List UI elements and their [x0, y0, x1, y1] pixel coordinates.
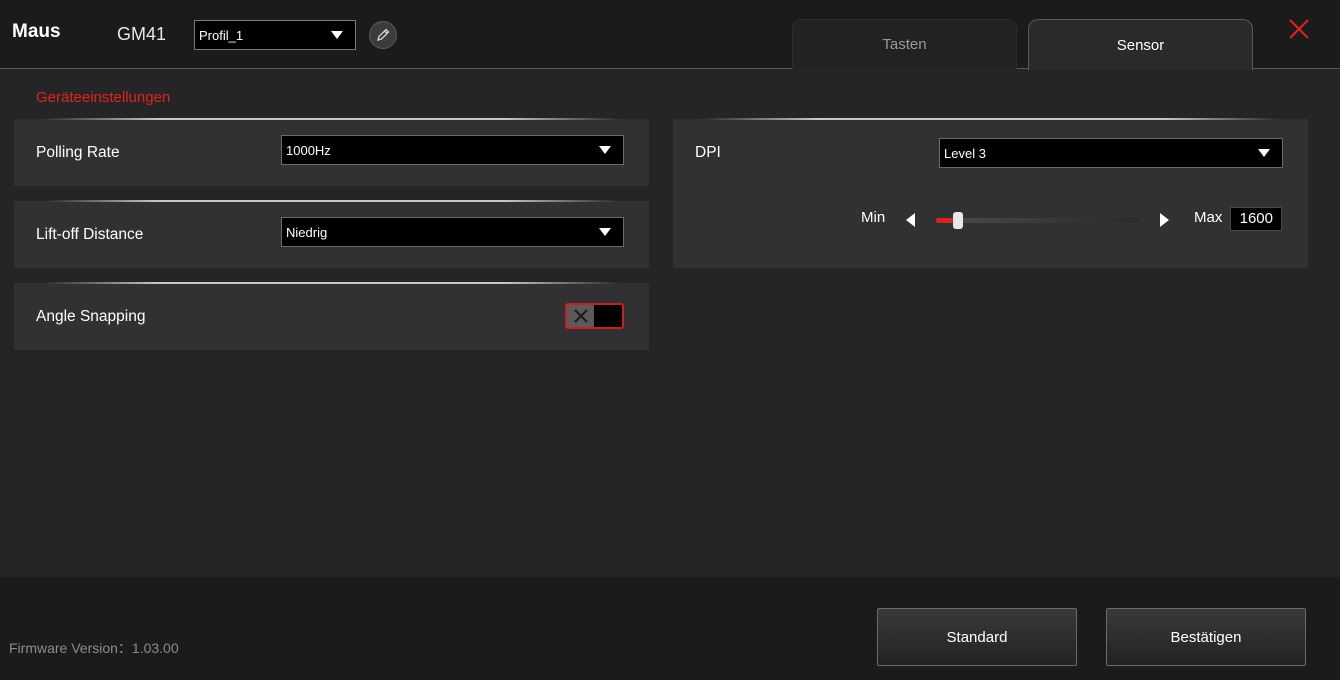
dpi-slider[interactable]: [936, 212, 1139, 229]
dpi-max-label: Max: [1194, 209, 1223, 226]
lift-off-label: Lift-off Distance: [36, 226, 144, 243]
firmware-version: Firmware Version：1.03.00: [9, 640, 179, 656]
polling-rate-select[interactable]: 1000Hz: [281, 135, 624, 165]
close-icon: [1289, 19, 1309, 39]
angle-snapping-label: Angle Snapping: [36, 308, 146, 325]
footer-bar: Firmware Version：1.03.00 Standard Bestät…: [0, 577, 1340, 680]
polling-rate-value: 1000Hz: [286, 142, 331, 158]
chevron-down-icon: [599, 146, 611, 154]
lift-off-select[interactable]: Niedrig: [281, 217, 624, 247]
dpi-min-label: Min: [861, 209, 886, 226]
tab-sensor[interactable]: Sensor: [1028, 19, 1253, 70]
standard-button[interactable]: Standard: [877, 608, 1077, 666]
lift-off-value: Niedrig: [286, 224, 328, 240]
angle-snapping-panel: Angle Snapping: [14, 282, 649, 350]
dpi-value-field[interactable]: 1600: [1230, 207, 1282, 231]
dpi-slider-thumb[interactable]: [953, 212, 964, 229]
close-button[interactable]: [1286, 16, 1312, 42]
chevron-down-icon: [331, 31, 343, 39]
confirm-button-label: Bestätigen: [1170, 628, 1242, 646]
tab-tasten[interactable]: Tasten: [792, 19, 1017, 69]
device-name: GM41: [117, 24, 167, 44]
edit-profile-button[interactable]: [369, 21, 397, 49]
dpi-level-select[interactable]: Level 3: [939, 138, 1283, 168]
pencil-icon: [377, 28, 390, 41]
polling-rate-label: Polling Rate: [36, 144, 120, 161]
tab-tasten-label: Tasten: [882, 36, 927, 53]
standard-button-label: Standard: [946, 628, 1008, 646]
decrease-dpi-icon[interactable]: [906, 213, 915, 227]
dpi-label: DPI: [695, 144, 721, 161]
chevron-down-icon: [1258, 149, 1270, 157]
dpi-slider-row: Min Max 1600: [673, 207, 1308, 233]
dpi-panel: DPI Level 3 Min Max 1600: [673, 118, 1308, 268]
lift-off-panel: Lift-off Distance Niedrig: [14, 200, 649, 268]
x-icon: [573, 309, 588, 323]
toggle-knob: [567, 305, 594, 327]
tab-sensor-label: Sensor: [1116, 36, 1165, 54]
chevron-down-icon: [599, 228, 611, 236]
profile-select-value: Profil_1: [199, 27, 244, 43]
polling-rate-panel: Polling Rate 1000Hz: [14, 118, 649, 186]
top-bar: Maus GM41 Profil_1 Tasten Sensor: [0, 0, 1340, 70]
app-title: Maus: [12, 21, 61, 42]
profile-select[interactable]: Profil_1: [194, 20, 356, 50]
section-title: Geräteeinstellungen: [36, 89, 171, 106]
dpi-level-value: Level 3: [944, 145, 986, 161]
angle-snapping-toggle[interactable]: [565, 303, 624, 329]
confirm-button[interactable]: Bestätigen: [1106, 608, 1306, 666]
increase-dpi-icon[interactable]: [1160, 213, 1169, 227]
